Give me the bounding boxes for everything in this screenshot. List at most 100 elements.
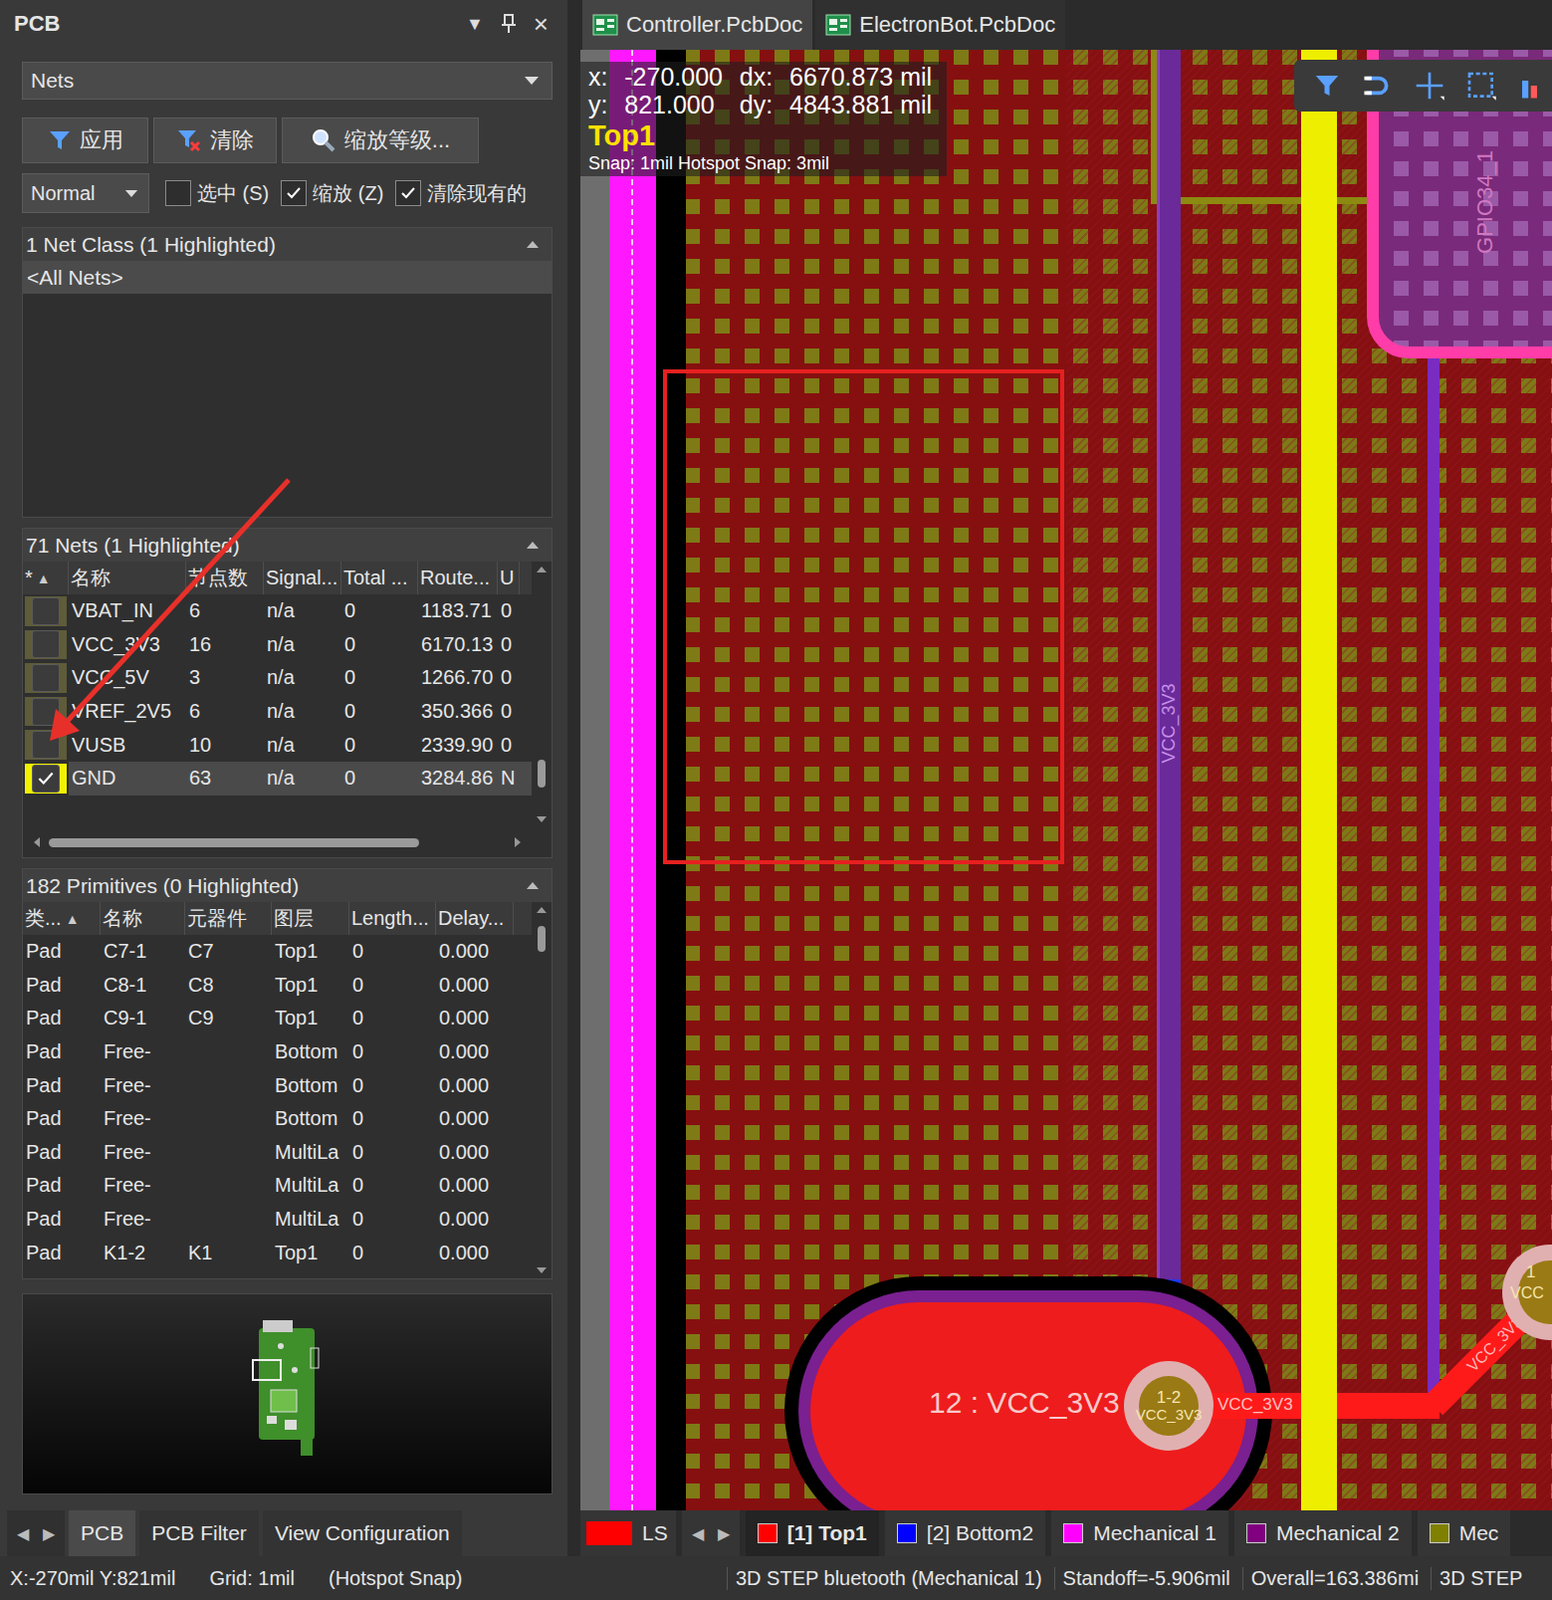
action-buttons: 应用清除缩放等级...: [21, 117, 553, 164]
option-checkbox[interactable]: 缩放 (Z): [280, 180, 384, 208]
scroll-up-icon[interactable]: [535, 565, 548, 574]
net-row[interactable]: VCC_5V3n/a01266.700: [22, 661, 532, 695]
net-row[interactable]: GND63n/a03284.86N: [22, 761, 532, 796]
net-checkbox[interactable]: [31, 630, 60, 659]
column-header[interactable]: 名称: [68, 561, 187, 595]
panel-menu-button[interactable]: ▼: [465, 13, 484, 35]
mode-dropdown[interactable]: Nets: [21, 61, 553, 100]
option-checkbox[interactable]: 选中 (S): [165, 180, 269, 208]
tab-nav-button[interactable]: ◀: [16, 1524, 29, 1544]
layer-set-button[interactable]: LS: [580, 1510, 676, 1556]
primitive-row[interactable]: PadC9-1C9Top100.000: [22, 1001, 532, 1036]
layer-tab[interactable]: [2] Bottom2: [885, 1510, 1046, 1556]
primitive-row[interactable]: PadK1-2K1Top100.000: [22, 1235, 532, 1270]
net-highlight-cell[interactable]: [22, 628, 69, 663]
primitive-row[interactable]: PadFree-Bottom00.000: [22, 1035, 532, 1070]
panel-tab[interactable]: PCB Filter: [139, 1510, 259, 1556]
primitive-row[interactable]: PadC7-1C7Top100.000: [22, 934, 532, 969]
column-header[interactable]: Signal...: [263, 561, 342, 595]
primitive-row[interactable]: PadFree-MultiLa00.000: [22, 1135, 532, 1170]
pin-icon[interactable]: [499, 12, 518, 35]
net-highlight-cell[interactable]: [22, 727, 69, 762]
column-header[interactable]: 类...▲: [22, 901, 101, 935]
panel-tab[interactable]: View Configuration: [262, 1510, 462, 1556]
column-header[interactable]: Length...: [349, 901, 437, 935]
primitive-row[interactable]: PadC8-1C8Top100.000: [22, 968, 532, 1003]
scroll-right-icon[interactable]: [513, 836, 522, 849]
net-row[interactable]: VUSB10n/a02339.900: [22, 727, 532, 762]
table-cell: MultiLa: [271, 1135, 350, 1170]
select-rect-icon[interactable]: [1465, 69, 1498, 102]
column-header[interactable]: *▲: [22, 561, 69, 595]
layer-tab[interactable]: Mechanical 1: [1051, 1510, 1229, 1556]
action-button[interactable]: 清除: [153, 117, 277, 164]
net-class-item[interactable]: <All Nets>: [22, 260, 552, 294]
scroll-down-icon[interactable]: [535, 1266, 548, 1275]
layer-tab[interactable]: Mec: [1417, 1510, 1512, 1556]
checkbox-box[interactable]: [280, 180, 307, 207]
layer-nav-button[interactable]: ▶: [717, 1524, 730, 1544]
layer-tab[interactable]: [1] Top1: [745, 1510, 880, 1556]
action-button[interactable]: 缩放等级...: [281, 117, 479, 164]
primitive-row[interactable]: PadFree-MultiLa00.000: [22, 1202, 532, 1237]
option-checkbox[interactable]: 清除现有的: [395, 180, 527, 208]
mask-mode-dropdown[interactable]: Normal: [21, 173, 150, 214]
primitive-row[interactable]: PadFree-MultiLa00.000: [22, 1168, 532, 1203]
collapse-icon[interactable]: [525, 881, 540, 890]
primitive-row[interactable]: PadFree-Bottom00.000: [22, 1068, 532, 1103]
collapse-icon[interactable]: [525, 239, 540, 249]
net-highlight-cell[interactable]: [22, 694, 69, 729]
column-header[interactable]: U: [497, 561, 520, 595]
via[interactable]: 1-2VCC_3V3: [1123, 1360, 1214, 1451]
net-checkbox[interactable]: [31, 764, 60, 793]
gpio-track[interactable]: [1427, 358, 1440, 1399]
net-row[interactable]: VREF_2V56n/a0350.3660: [22, 694, 532, 729]
document-tab[interactable]: ElectronBot.PcbDoc: [815, 0, 1066, 50]
checkbox-box[interactable]: [165, 180, 192, 207]
column-header[interactable]: 名称: [100, 901, 186, 935]
action-button[interactable]: 应用: [21, 117, 149, 164]
checkbox-box[interactable]: [395, 180, 422, 207]
net-row[interactable]: VCC_3V316n/a06170.130: [22, 628, 532, 663]
net-checkbox[interactable]: [31, 730, 60, 759]
board-preview[interactable]: [21, 1293, 553, 1495]
primitive-row[interactable]: PadFree-Bottom00.000: [22, 1102, 532, 1136]
scroll-left-icon[interactable]: [32, 836, 41, 849]
layer-nav-button[interactable]: ◀: [691, 1524, 704, 1544]
document-tab[interactable]: Controller.PcbDoc: [582, 0, 813, 50]
collapse-icon[interactable]: [525, 540, 540, 550]
mechanical-outline: [609, 49, 657, 1511]
scroll-thumb[interactable]: [537, 925, 546, 952]
selection-rectangle[interactable]: [663, 369, 1065, 865]
scroll-down-icon[interactable]: [535, 815, 548, 824]
column-header[interactable]: 图层: [271, 901, 350, 935]
net-highlight-cell[interactable]: [22, 661, 69, 695]
vertical-scrollbar[interactable]: [531, 901, 552, 1279]
pcb-canvas[interactable]: VCC_3V3GPIO34_112 : VCC_3V3VCC_3V3VCC_3V…: [580, 49, 1552, 1511]
column-header[interactable]: Delay...: [436, 901, 514, 935]
net-checkbox[interactable]: [31, 697, 60, 726]
crosshair-icon[interactable]: [1413, 69, 1446, 102]
tab-nav-button[interactable]: ▶: [42, 1524, 55, 1544]
route-icon[interactable]: [1361, 70, 1394, 101]
net-highlight-cell[interactable]: [22, 594, 69, 629]
column-header[interactable]: Total ...: [341, 561, 419, 595]
scroll-up-icon[interactable]: [535, 905, 548, 914]
vertical-scrollbar[interactable]: [531, 561, 552, 828]
chart-icon[interactable]: [1517, 70, 1548, 101]
net-checkbox[interactable]: [31, 597, 60, 626]
net-highlight-cell[interactable]: [22, 761, 69, 796]
net-checkbox[interactable]: [31, 664, 60, 692]
layer-tab[interactable]: Mechanical 2: [1234, 1510, 1412, 1556]
horizontal-scrollbar[interactable]: [22, 827, 552, 858]
column-header[interactable]: 节点数: [186, 561, 264, 595]
column-header[interactable]: 元器件: [185, 901, 272, 935]
panel-tab[interactable]: PCB: [68, 1510, 136, 1556]
net-row[interactable]: VBAT_IN6n/a01183.710: [22, 594, 532, 629]
table-cell: 1266.70: [418, 661, 498, 695]
scroll-thumb[interactable]: [48, 838, 420, 848]
column-header[interactable]: Route...: [418, 561, 498, 595]
panel-close-button[interactable]: ×: [533, 8, 549, 40]
scroll-thumb[interactable]: [537, 759, 546, 788]
filter-icon[interactable]: [1312, 70, 1342, 101]
